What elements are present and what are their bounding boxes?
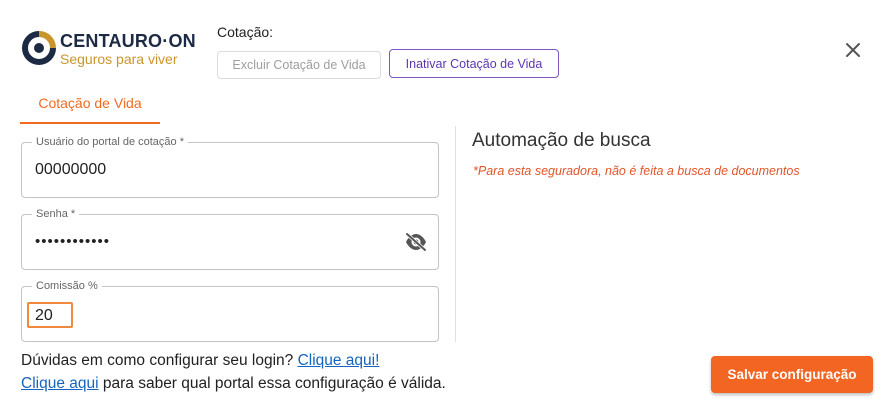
help-link-portal[interactable]: Clique aqui — [21, 375, 99, 392]
usuario-label: Usuário do portal de cotação * — [32, 136, 188, 148]
usuario-field[interactable]: Usuário do portal de cotação * 00000000 — [21, 136, 439, 198]
help-link-login[interactable]: Clique aqui! — [298, 352, 380, 369]
help-line-1: Dúvidas em como configurar seu login? Cl… — [21, 352, 379, 370]
help-line-2: Clique aqui para saber qual portal essa … — [21, 375, 446, 393]
automacao-note: *Para esta seguradora, não é feita a bus… — [473, 164, 800, 178]
automacao-title: Automação de busca — [472, 130, 651, 151]
cotacao-label: Cotação: — [217, 24, 274, 40]
help-line-2-text: para saber qual portal essa configuração… — [98, 375, 446, 392]
comissao-label: Comissão % — [32, 280, 102, 292]
comissao-value: 20 — [35, 307, 53, 324]
tab-cotacao-de-vida[interactable]: Cotação de Vida — [20, 84, 160, 124]
excluir-cotacao-button[interactable]: Excluir Cotação de Vida — [217, 51, 381, 79]
brand-tagline: Seguros para viver — [60, 51, 178, 67]
comissao-input[interactable]: 20 — [27, 302, 73, 328]
vertical-divider — [455, 126, 456, 342]
eye-off-icon[interactable] — [404, 232, 428, 252]
inativar-cotacao-button[interactable]: Inativar Cotação de Vida — [389, 49, 559, 78]
close-icon[interactable] — [843, 40, 863, 60]
save-button[interactable]: Salvar configuração — [711, 356, 873, 393]
brand-name: CENTAURO·ON — [60, 31, 196, 51]
usuario-input[interactable]: 00000000 — [35, 161, 106, 179]
senha-label: Senha * — [32, 208, 80, 220]
comissao-field[interactable]: Comissão % 20 — [21, 280, 439, 342]
senha-field[interactable]: Senha * •••••••••••• — [21, 208, 439, 270]
centauro-logo-icon — [22, 31, 56, 65]
help-line-1-text: Dúvidas em como configurar seu login? — [21, 352, 298, 369]
senha-input[interactable]: •••••••••••• — [35, 233, 110, 250]
